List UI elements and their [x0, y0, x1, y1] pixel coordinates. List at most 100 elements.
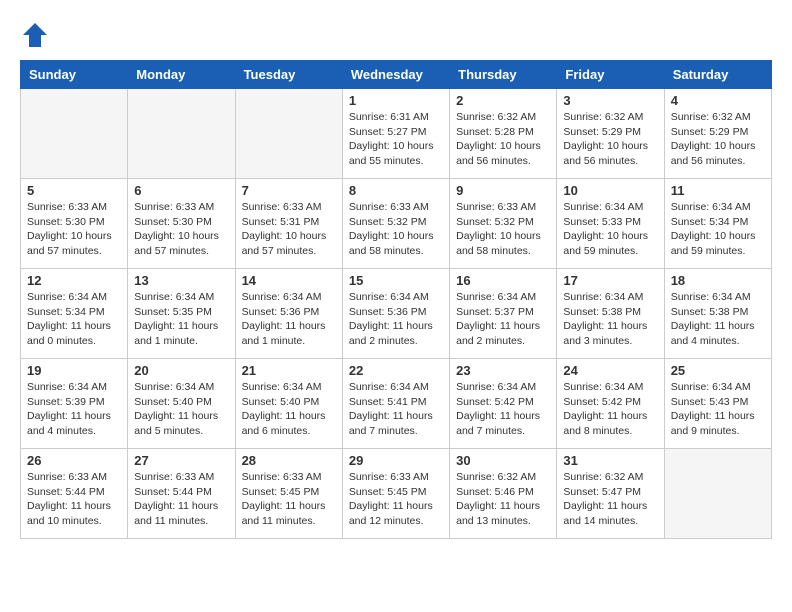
day-info: Sunrise: 6:34 AM Sunset: 5:36 PM Dayligh… — [242, 290, 336, 349]
day-info: Sunrise: 6:32 AM Sunset: 5:29 PM Dayligh… — [671, 110, 765, 169]
week-row-4: 19 Sunrise: 6:34 AM Sunset: 5:39 PM Dayli… — [21, 359, 772, 449]
day-number: 24 — [563, 363, 657, 378]
day-info: Sunrise: 6:34 AM Sunset: 5:38 PM Dayligh… — [563, 290, 657, 349]
day-number: 29 — [349, 453, 443, 468]
calendar-cell: 18 Sunrise: 6:34 AM Sunset: 5:38 PM Dayli… — [664, 269, 771, 359]
day-number: 15 — [349, 273, 443, 288]
day-info: Sunrise: 6:34 AM Sunset: 5:43 PM Dayligh… — [671, 380, 765, 439]
day-number: 25 — [671, 363, 765, 378]
day-info: Sunrise: 6:33 AM Sunset: 5:32 PM Dayligh… — [456, 200, 550, 259]
logo-icon — [20, 20, 50, 50]
day-number: 3 — [563, 93, 657, 108]
calendar-cell: 10 Sunrise: 6:34 AM Sunset: 5:33 PM Dayli… — [557, 179, 664, 269]
calendar-cell: 27 Sunrise: 6:33 AM Sunset: 5:44 PM Dayli… — [128, 449, 235, 539]
day-number: 14 — [242, 273, 336, 288]
day-info: Sunrise: 6:33 AM Sunset: 5:31 PM Dayligh… — [242, 200, 336, 259]
day-info: Sunrise: 6:34 AM Sunset: 5:37 PM Dayligh… — [456, 290, 550, 349]
day-info: Sunrise: 6:34 AM Sunset: 5:42 PM Dayligh… — [563, 380, 657, 439]
calendar-cell: 2 Sunrise: 6:32 AM Sunset: 5:28 PM Daylig… — [450, 89, 557, 179]
day-info: Sunrise: 6:34 AM Sunset: 5:33 PM Dayligh… — [563, 200, 657, 259]
calendar-cell: 15 Sunrise: 6:34 AM Sunset: 5:36 PM Dayli… — [342, 269, 449, 359]
day-number: 6 — [134, 183, 228, 198]
calendar-cell: 26Sunrise: 6:33 AM Sunset: 5:44 PM Dayli… — [21, 449, 128, 539]
day-info: Sunrise: 6:34 AM Sunset: 5:34 PM Dayligh… — [671, 200, 765, 259]
page-header — [20, 20, 772, 50]
day-info: Sunrise: 6:33 AM Sunset: 5:45 PM Dayligh… — [349, 470, 443, 529]
weekday-header-friday: Friday — [557, 61, 664, 89]
calendar-cell: 16 Sunrise: 6:34 AM Sunset: 5:37 PM Dayli… — [450, 269, 557, 359]
day-info: Sunrise: 6:33 AM Sunset: 5:30 PM Dayligh… — [134, 200, 228, 259]
day-info: Sunrise: 6:34 AM Sunset: 5:34 PM Dayligh… — [27, 290, 121, 349]
calendar-cell: 17 Sunrise: 6:34 AM Sunset: 5:38 PM Dayli… — [557, 269, 664, 359]
day-number: 17 — [563, 273, 657, 288]
calendar-cell: 9Sunrise: 6:33 AM Sunset: 5:32 PM Daylig… — [450, 179, 557, 269]
day-info: Sunrise: 6:31 AM Sunset: 5:27 PM Dayligh… — [349, 110, 443, 169]
calendar-cell: 13Sunrise: 6:34 AM Sunset: 5:35 PM Dayli… — [128, 269, 235, 359]
day-number: 21 — [242, 363, 336, 378]
day-number: 19 — [27, 363, 121, 378]
day-info: Sunrise: 6:32 AM Sunset: 5:28 PM Dayligh… — [456, 110, 550, 169]
day-info: Sunrise: 6:32 AM Sunset: 5:47 PM Dayligh… — [563, 470, 657, 529]
day-number: 30 — [456, 453, 550, 468]
day-info: Sunrise: 6:33 AM Sunset: 5:45 PM Dayligh… — [242, 470, 336, 529]
day-number: 16 — [456, 273, 550, 288]
weekday-header-tuesday: Tuesday — [235, 61, 342, 89]
weekday-header-wednesday: Wednesday — [342, 61, 449, 89]
day-number: 7 — [242, 183, 336, 198]
calendar-cell: 12 Sunrise: 6:34 AM Sunset: 5:34 PM Dayli… — [21, 269, 128, 359]
day-info: Sunrise: 6:34 AM Sunset: 5:40 PM Dayligh… — [242, 380, 336, 439]
day-number: 20 — [134, 363, 228, 378]
calendar-cell: 23Sunrise: 6:34 AM Sunset: 5:42 PM Dayli… — [450, 359, 557, 449]
day-info: Sunrise: 6:34 AM Sunset: 5:42 PM Dayligh… — [456, 380, 550, 439]
calendar-cell: 19 Sunrise: 6:34 AM Sunset: 5:39 PM Dayli… — [21, 359, 128, 449]
day-number: 22 — [349, 363, 443, 378]
day-info: Sunrise: 6:34 AM Sunset: 5:39 PM Dayligh… — [27, 380, 121, 439]
day-number: 2 — [456, 93, 550, 108]
calendar-cell: 4 Sunrise: 6:32 AM Sunset: 5:29 PM Daylig… — [664, 89, 771, 179]
calendar-cell: 24 Sunrise: 6:34 AM Sunset: 5:42 PM Dayli… — [557, 359, 664, 449]
weekday-header-thursday: Thursday — [450, 61, 557, 89]
calendar-cell: 8Sunrise: 6:33 AM Sunset: 5:32 PM Daylig… — [342, 179, 449, 269]
day-info: Sunrise: 6:34 AM Sunset: 5:38 PM Dayligh… — [671, 290, 765, 349]
calendar-cell — [21, 89, 128, 179]
calendar-cell: 21 Sunrise: 6:34 AM Sunset: 5:40 PM Dayli… — [235, 359, 342, 449]
calendar-table: SundayMondayTuesdayWednesdayThursdayFrid… — [20, 60, 772, 539]
calendar-cell: 29 Sunrise: 6:33 AM Sunset: 5:45 PM Dayli… — [342, 449, 449, 539]
weekday-header-sunday: Sunday — [21, 61, 128, 89]
day-number: 27 — [134, 453, 228, 468]
day-number: 12 — [27, 273, 121, 288]
calendar-cell: 14 Sunrise: 6:34 AM Sunset: 5:36 PM Dayli… — [235, 269, 342, 359]
calendar-cell: 30Sunrise: 6:32 AM Sunset: 5:46 PM Dayli… — [450, 449, 557, 539]
calendar-cell: 28Sunrise: 6:33 AM Sunset: 5:45 PM Dayli… — [235, 449, 342, 539]
weekday-header-row: SundayMondayTuesdayWednesdayThursdayFrid… — [21, 61, 772, 89]
calendar-cell: 11 Sunrise: 6:34 AM Sunset: 5:34 PM Dayli… — [664, 179, 771, 269]
calendar-cell: 1 Sunrise: 6:31 AM Sunset: 5:27 PM Daylig… — [342, 89, 449, 179]
week-row-1: 1 Sunrise: 6:31 AM Sunset: 5:27 PM Daylig… — [21, 89, 772, 179]
day-info: Sunrise: 6:33 AM Sunset: 5:30 PM Dayligh… — [27, 200, 121, 259]
day-info: Sunrise: 6:32 AM Sunset: 5:29 PM Dayligh… — [563, 110, 657, 169]
day-number: 8 — [349, 183, 443, 198]
week-row-2: 5 Sunrise: 6:33 AM Sunset: 5:30 PM Daylig… — [21, 179, 772, 269]
weekday-header-monday: Monday — [128, 61, 235, 89]
day-number: 31 — [563, 453, 657, 468]
day-number: 11 — [671, 183, 765, 198]
calendar-cell: 5 Sunrise: 6:33 AM Sunset: 5:30 PM Daylig… — [21, 179, 128, 269]
calendar-cell: 3 Sunrise: 6:32 AM Sunset: 5:29 PM Daylig… — [557, 89, 664, 179]
day-number: 5 — [27, 183, 121, 198]
day-number: 26 — [27, 453, 121, 468]
day-number: 4 — [671, 93, 765, 108]
calendar-cell: 7 Sunrise: 6:33 AM Sunset: 5:31 PM Daylig… — [235, 179, 342, 269]
day-number: 18 — [671, 273, 765, 288]
day-number: 10 — [563, 183, 657, 198]
day-number: 13 — [134, 273, 228, 288]
calendar-cell: 20 Sunrise: 6:34 AM Sunset: 5:40 PM Dayli… — [128, 359, 235, 449]
day-info: Sunrise: 6:33 AM Sunset: 5:44 PM Dayligh… — [134, 470, 228, 529]
day-info: Sunrise: 6:34 AM Sunset: 5:41 PM Dayligh… — [349, 380, 443, 439]
day-number: 1 — [349, 93, 443, 108]
day-info: Sunrise: 6:34 AM Sunset: 5:36 PM Dayligh… — [349, 290, 443, 349]
calendar-cell: 31 Sunrise: 6:32 AM Sunset: 5:47 PM Dayli… — [557, 449, 664, 539]
calendar-cell — [664, 449, 771, 539]
calendar-cell: 6 Sunrise: 6:33 AM Sunset: 5:30 PM Daylig… — [128, 179, 235, 269]
day-info: Sunrise: 6:34 AM Sunset: 5:40 PM Dayligh… — [134, 380, 228, 439]
calendar-cell — [128, 89, 235, 179]
